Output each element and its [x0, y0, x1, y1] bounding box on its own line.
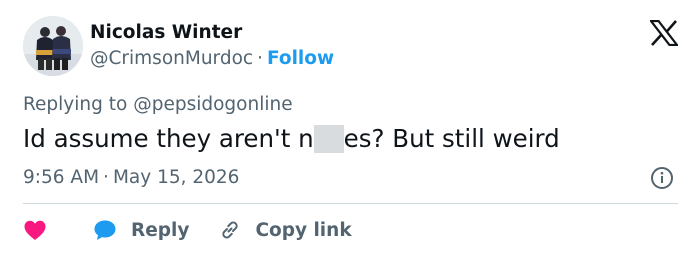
speech-bubble-icon — [94, 220, 116, 240]
timestamp-separator: · — [103, 167, 109, 188]
censor-block — [313, 125, 344, 153]
x-logo-icon[interactable] — [648, 19, 680, 47]
avatar[interactable] — [23, 16, 83, 76]
replying-to-prefix: Replying to — [23, 94, 128, 115]
action-bar: Reply Copy link — [23, 217, 352, 243]
tweet-date: May 15, 2026 — [112, 167, 240, 188]
follow-button[interactable]: Follow — [267, 48, 334, 69]
info-icon[interactable] — [650, 166, 674, 190]
replying-to-mention[interactable]: @pepsidogonline — [133, 94, 292, 115]
reply-label: Reply — [131, 219, 190, 241]
tweet-card: Nicolas Winter @CrimsonMurdoc · Follow Rep… — [0, 0, 700, 256]
replying-to: Replying to @pepsidogonline — [23, 94, 293, 115]
author-handle[interactable]: @CrimsonMurdoc — [90, 48, 253, 69]
copy-link-button[interactable]: Copy link — [189, 219, 352, 241]
tweet-timestamp[interactable]: 9:56 AM · May 15, 2026 — [23, 167, 239, 188]
copy-link-label: Copy link — [255, 219, 352, 241]
link-icon — [222, 221, 239, 239]
tweet-text: Id assume they aren't n es? But still wei… — [23, 124, 560, 153]
x-logo-glyph — [648, 19, 680, 47]
tweet-text-part-1: Id assume they aren't n — [23, 124, 314, 153]
author-handle-row: @CrimsonMurdoc · Follow — [90, 48, 334, 69]
separator-dot: · — [257, 48, 263, 69]
avatar-photo — [23, 16, 83, 76]
tweet-text-part-2: es? But still weird — [343, 124, 560, 153]
divider — [23, 203, 678, 204]
author-name[interactable]: Nicolas Winter — [90, 22, 242, 43]
tweet-time: 9:56 AM — [23, 167, 100, 188]
info-glyph — [651, 167, 673, 189]
reply-button[interactable]: Reply — [47, 219, 189, 241]
like-button[interactable] — [23, 219, 47, 241]
heart-icon — [24, 220, 46, 240]
